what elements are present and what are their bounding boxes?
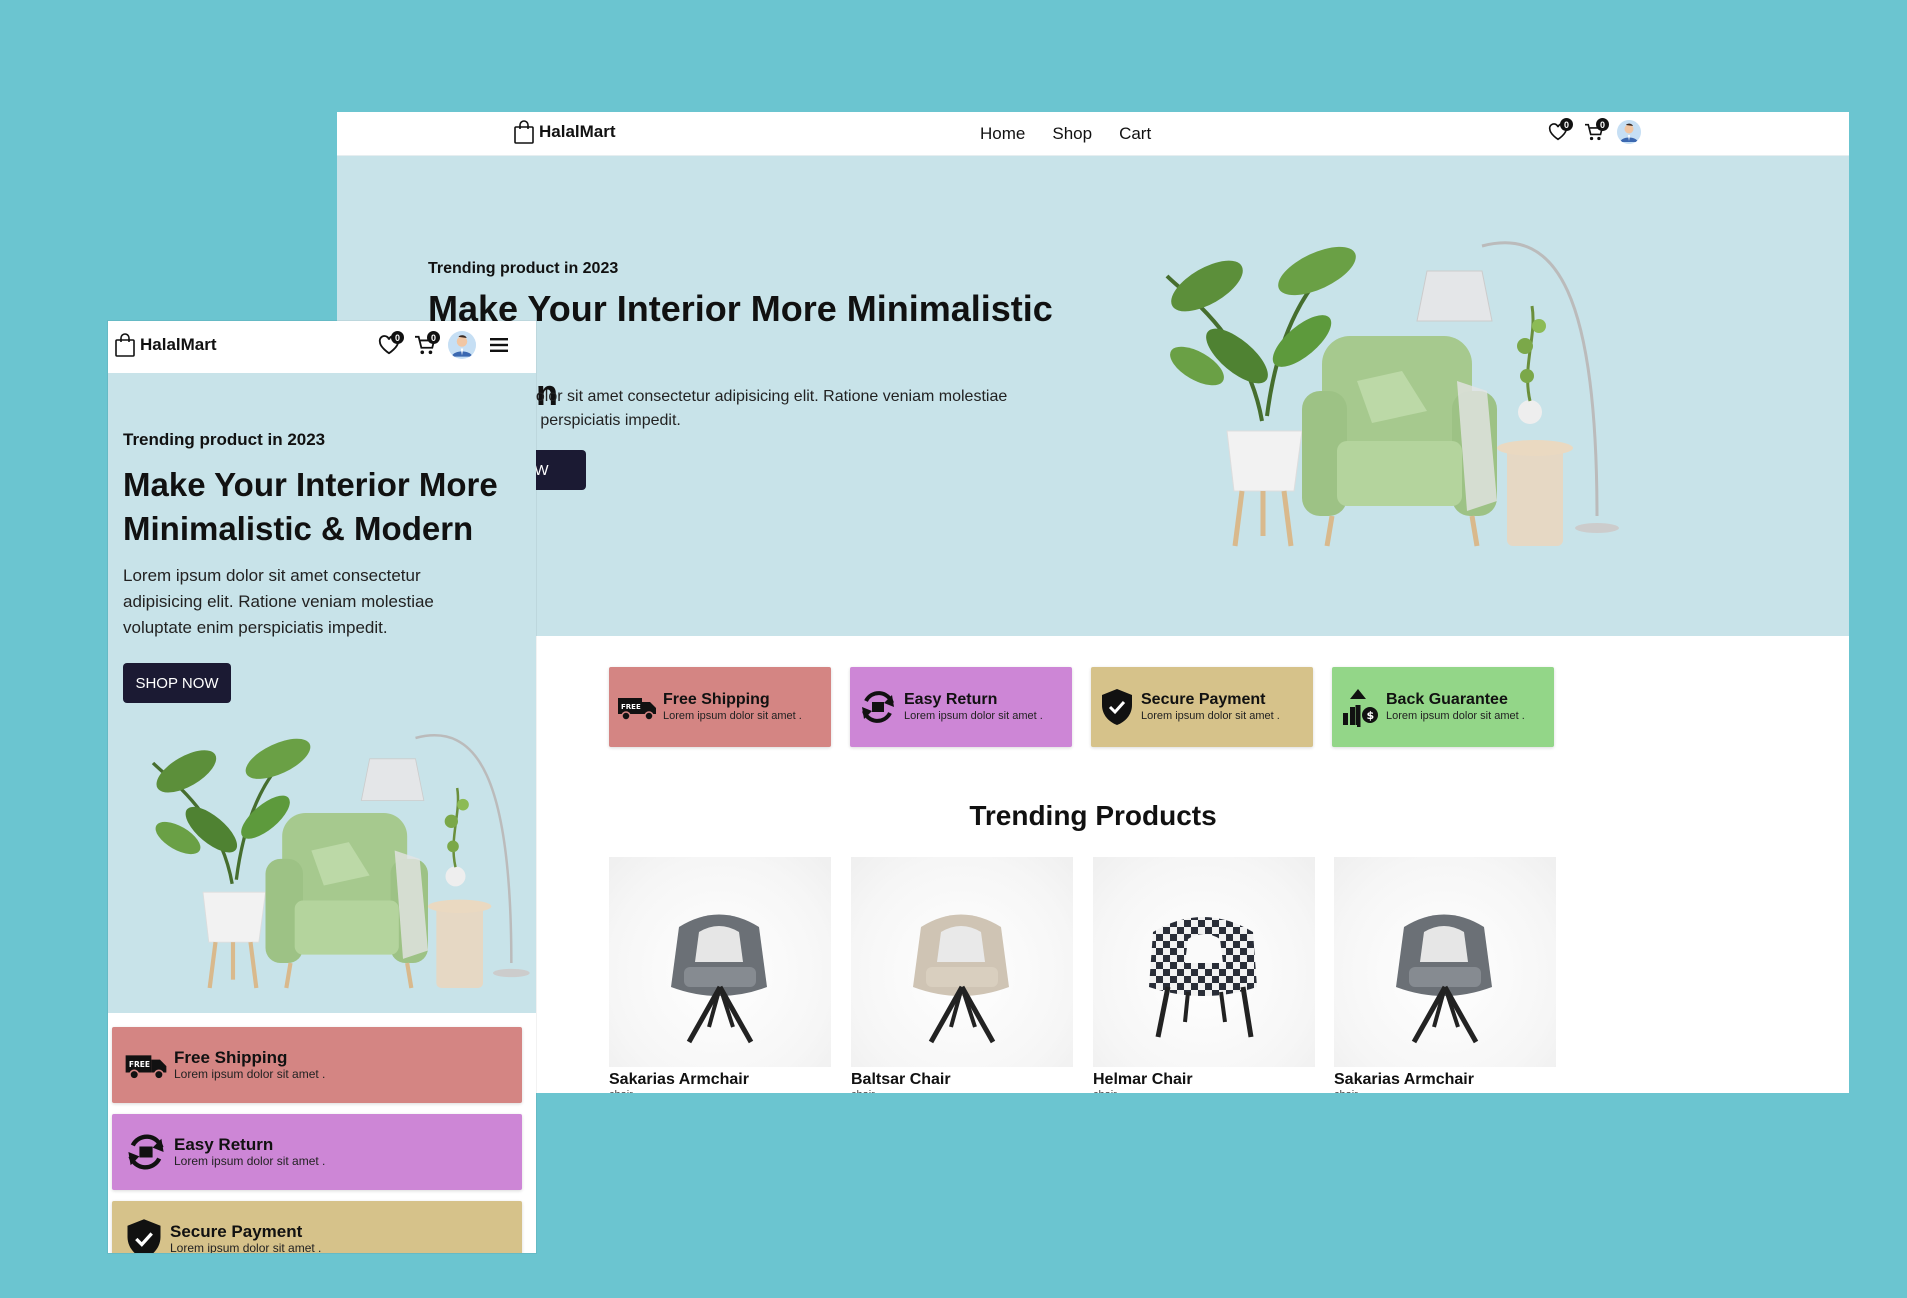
feature-subtitle: Lorem ipsum dolor sit amet . xyxy=(1141,710,1280,722)
svg-text:FREE: FREE xyxy=(129,1060,150,1069)
hero-title: Make Your Interior More Minimalistic & M… xyxy=(123,466,498,547)
hero-furniture-illustration xyxy=(151,734,530,989)
product-card[interactable]: Sakarias Armchair chair xyxy=(1334,857,1556,1093)
user-avatar-icon xyxy=(1617,120,1641,144)
truck-icon: FREE xyxy=(125,1055,167,1080)
shield-check-icon xyxy=(1102,689,1132,725)
desktop-window: HalalMart Home Shop Cart 0 0 Trending pr… xyxy=(337,112,1849,1093)
product-image[interactable] xyxy=(1093,857,1315,1067)
product-name[interactable]: Sakarias Armchair xyxy=(609,1071,831,1089)
product-image[interactable] xyxy=(609,857,831,1067)
product-name[interactable]: Baltsar Chair xyxy=(851,1071,1073,1089)
wishlist-count-badge: 0 xyxy=(391,331,404,344)
feature-text: Secure Payment Lorem ipsum dolor sit amet… xyxy=(170,1222,322,1254)
feature-text: Back Guarantee Lorem ipsum dolor sit amet… xyxy=(1386,691,1525,723)
feature-card-easy-return[interactable]: Easy Return Lorem ipsum dolor sit amet . xyxy=(850,667,1072,747)
feature-card-secure-payment[interactable]: Secure Payment Lorem ipsum dolor sit amet… xyxy=(1091,667,1313,747)
wishlist-button[interactable]: 0 xyxy=(1545,118,1573,146)
shield-check-icon xyxy=(127,1219,161,1253)
mobile-header: HalalMart 0 0 xyxy=(108,321,536,373)
feature-text: Free Shipping Lorem ipsum dolor sit amet … xyxy=(663,691,802,723)
feature-title: Free Shipping xyxy=(663,691,770,708)
header: HalalMart Home Shop Cart 0 0 xyxy=(337,112,1849,156)
product-category: chair xyxy=(609,1089,831,1093)
product-card[interactable]: Sakarias Armchair chair xyxy=(609,857,831,1093)
money-back-icon: $ xyxy=(1343,689,1378,727)
brand-logo[interactable]: HalalMart xyxy=(513,120,616,144)
svg-text:$: $ xyxy=(1367,709,1375,722)
brand-logo[interactable]: HalalMart xyxy=(114,332,217,358)
feature-subtitle: Lorem ipsum dolor sit amet . xyxy=(174,1067,326,1081)
hero-section: Trending product in 2023 Make Your Inter… xyxy=(337,156,1849,636)
hero-furniture-illustration xyxy=(1165,241,1619,547)
hero-eyebrow: Trending product in 2023 xyxy=(428,260,619,277)
user-avatar-icon xyxy=(448,331,476,359)
hamburger-menu-icon xyxy=(490,338,508,352)
truck-icon: FREE xyxy=(618,698,656,721)
shop-now-button[interactable]: SHOP NOW xyxy=(123,663,231,703)
shopping-bag-icon xyxy=(115,333,135,357)
svg-text:FREE: FREE xyxy=(621,703,641,711)
product-category: chair xyxy=(851,1089,1073,1093)
header-actions: 0 0 xyxy=(376,331,512,359)
product-image[interactable] xyxy=(1334,857,1556,1067)
feature-title: Easy Return xyxy=(174,1135,274,1154)
trending-heading: Trending Products xyxy=(969,800,1217,831)
feature-title: Secure Payment xyxy=(170,1222,303,1241)
return-icon xyxy=(128,1134,164,1170)
feature-subtitle: Lorem ipsum dolor sit amet . xyxy=(663,710,802,722)
avatar[interactable] xyxy=(1617,120,1641,144)
mobile-window: HalalMart 0 0 Trending product in 2023 M… xyxy=(108,321,536,1253)
product-card[interactable]: Helmar Chair chair xyxy=(1093,857,1315,1093)
menu-button[interactable] xyxy=(486,331,512,359)
feature-text: Secure Payment Lorem ipsum dolor sit amet… xyxy=(1141,691,1280,723)
cart-count-badge: 0 xyxy=(1596,118,1609,131)
wishlist-button[interactable]: 0 xyxy=(376,331,404,359)
armchair-beige-icon xyxy=(913,914,1009,1044)
feature-card-easy-return[interactable]: Easy Return Lorem ipsum dolor sit amet . xyxy=(112,1114,522,1190)
avatar[interactable] xyxy=(448,331,476,359)
header-actions: 0 0 xyxy=(1545,118,1641,146)
feature-title: Back Guarantee xyxy=(1386,691,1508,708)
feature-subtitle: Lorem ipsum dolor sit amet . xyxy=(1386,710,1525,722)
armchair-grey-icon xyxy=(1396,914,1492,1044)
feature-title: Free Shipping xyxy=(174,1048,288,1067)
feature-text: Free Shipping Lorem ipsum dolor sit amet … xyxy=(174,1048,326,1082)
armchair-grey-icon xyxy=(671,914,767,1044)
armchair-plaid-icon xyxy=(1149,917,1257,1038)
hero-description: Lorem ipsum dolor sit amet consectetur a… xyxy=(123,566,434,637)
hero-section: Trending product in 2023 Make Your Inter… xyxy=(108,373,536,1013)
feature-card-free-shipping[interactable]: FREE Free Shipping Lorem ipsum dolor sit … xyxy=(112,1027,522,1103)
product-name[interactable]: Sakarias Armchair xyxy=(1334,1071,1556,1089)
nav-cart[interactable]: Cart xyxy=(1119,124,1151,144)
cart-button[interactable]: 0 xyxy=(1581,118,1609,146)
product-card[interactable]: Baltsar Chair chair xyxy=(851,857,1073,1093)
feature-text: Easy Return Lorem ipsum dolor sit amet . xyxy=(904,691,1043,723)
brand-name: HalalMart xyxy=(539,122,616,141)
product-category: chair xyxy=(1334,1089,1556,1093)
product-name[interactable]: Helmar Chair xyxy=(1093,1071,1315,1089)
feature-card-secure-payment[interactable]: Secure Payment Lorem ipsum dolor sit amet… xyxy=(112,1201,522,1253)
wishlist-count-badge: 0 xyxy=(1560,118,1573,131)
feature-card-free-shipping[interactable]: FREE Free Shipping Lorem ipsum dolor sit … xyxy=(609,667,831,747)
main-nav: Home Shop Cart xyxy=(980,112,1151,156)
feature-title: Easy Return xyxy=(904,691,998,708)
product-category: chair xyxy=(1093,1089,1315,1093)
feature-subtitle: Lorem ipsum dolor sit amet . xyxy=(904,710,1043,722)
nav-home[interactable]: Home xyxy=(980,124,1025,144)
shopping-bag-icon xyxy=(514,120,534,144)
return-icon xyxy=(862,691,894,723)
brand-name: HalalMart xyxy=(140,335,217,354)
feature-subtitle: Lorem ipsum dolor sit amet . xyxy=(170,1241,322,1253)
cart-button[interactable]: 0 xyxy=(412,331,440,359)
feature-subtitle: Lorem ipsum dolor sit amet . xyxy=(174,1154,326,1168)
feature-title: Secure Payment xyxy=(1141,691,1266,708)
product-image[interactable] xyxy=(851,857,1073,1067)
feature-card-back-guarantee[interactable]: $ Back Guarantee Lorem ipsum dolor sit am… xyxy=(1332,667,1554,747)
cart-count-badge: 0 xyxy=(427,331,440,344)
hero-eyebrow: Trending product in 2023 xyxy=(123,430,326,449)
nav-shop[interactable]: Shop xyxy=(1052,124,1092,144)
feature-text: Easy Return Lorem ipsum dolor sit amet . xyxy=(174,1135,326,1169)
